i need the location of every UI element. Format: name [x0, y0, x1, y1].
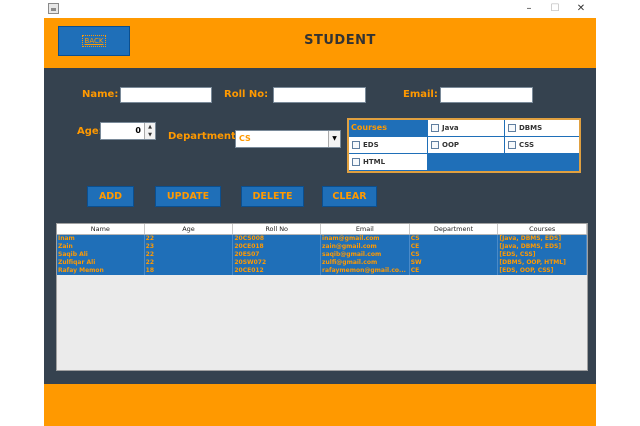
email-label: Email:	[403, 89, 438, 100]
page-title: STUDENT	[304, 33, 376, 48]
course-checkbox-css[interactable]: CSS	[505, 137, 579, 153]
course-checkbox-java[interactable]: Java	[428, 120, 504, 136]
students-table: Name Age Roll No Email Department Course…	[56, 223, 588, 371]
course-checkbox-eds[interactable]: EDS	[349, 137, 427, 153]
email-field[interactable]	[440, 87, 533, 103]
course-checkbox-dbms[interactable]: DBMS	[505, 120, 579, 136]
update-button[interactable]: UPDATE	[155, 186, 221, 207]
footer-bar	[44, 384, 596, 426]
add-button[interactable]: ADD	[87, 186, 134, 207]
course-label: OOP	[442, 141, 460, 149]
checkbox-icon	[508, 124, 516, 132]
spinner-arrows[interactable]: ▲ ▼	[144, 123, 155, 139]
checkbox-icon	[352, 158, 360, 166]
cell-rollno: 20ES07	[233, 251, 322, 259]
department-dropdown[interactable]: CS ▼	[235, 130, 341, 148]
table-row[interactable]: Rafay Memon 18 20CE012 rafaymemon@gmail.…	[57, 267, 587, 275]
delete-button[interactable]: DELETE	[241, 186, 304, 207]
courses-title: Courses	[349, 120, 427, 136]
cell-age: 18	[145, 267, 234, 275]
course-label: DBMS	[519, 124, 543, 132]
cell-rollno: 20SW072	[233, 259, 322, 267]
window-titlebar: – ☐ ✕	[44, 0, 596, 18]
cell-email: zain@gmail.com	[321, 243, 410, 251]
checkbox-icon	[352, 141, 360, 149]
column-header-rollno[interactable]: Roll No	[233, 224, 322, 234]
cell-name: Rafay Memon	[57, 267, 145, 275]
age-spinner[interactable]: 0 ▲ ▼	[100, 122, 156, 140]
cell-age: 22	[145, 235, 234, 243]
table-row[interactable]: Zulfiqar Ali 22 20SW072 zulfi@gmail.com …	[57, 259, 587, 267]
spinner-up-icon[interactable]: ▲	[145, 123, 155, 131]
table-row[interactable]: Zain 23 20CE018 zain@gmail.com CE [Java,…	[57, 243, 587, 251]
cell-rollno: 20CS008	[233, 235, 322, 243]
cell-age: 23	[145, 243, 234, 251]
cell-email: zulfi@gmail.com	[321, 259, 410, 267]
course-label: Java	[442, 124, 459, 132]
cell-courses: [Java, DBMS, EDS]	[498, 235, 587, 243]
department-label: Department:	[168, 131, 240, 142]
age-value: 0	[135, 126, 141, 135]
course-label: EDS	[363, 141, 379, 149]
course-checkbox-oop[interactable]: OOP	[428, 137, 504, 153]
cell-email: saqib@gmail.com	[321, 251, 410, 259]
name-field[interactable]	[120, 87, 212, 103]
header-bar: BACK STUDENT	[44, 18, 596, 68]
maximize-button[interactable]: ☐	[548, 2, 562, 16]
java-app-icon	[48, 3, 59, 14]
cell-age: 22	[145, 251, 234, 259]
checkbox-icon	[431, 141, 439, 149]
age-label: Age:	[77, 126, 103, 137]
course-label: CSS	[519, 141, 535, 149]
cell-department: CE	[410, 243, 499, 251]
chevron-down-icon[interactable]: ▼	[328, 131, 340, 147]
table-header: Name Age Roll No Email Department Course…	[57, 224, 587, 235]
column-header-department[interactable]: Department	[410, 224, 499, 234]
cell-name: Inam	[57, 235, 145, 243]
cell-rollno: 20CE012	[233, 267, 322, 275]
cell-name: Zulfiqar Ali	[57, 259, 145, 267]
cell-courses: [Java, DBMS, EDS]	[498, 243, 587, 251]
name-label: Name:	[82, 89, 119, 100]
column-header-courses[interactable]: Courses	[498, 224, 587, 234]
cell-age: 22	[145, 259, 234, 267]
column-header-name[interactable]: Name	[57, 224, 145, 234]
cell-courses: [EDS, OOP, CSS]	[498, 267, 587, 275]
cell-name: Saqib Ali	[57, 251, 145, 259]
cell-department: CE	[410, 267, 499, 275]
column-header-age[interactable]: Age	[145, 224, 234, 234]
cell-department: CS	[410, 251, 499, 259]
column-header-email[interactable]: Email	[321, 224, 410, 234]
cell-courses: [EDS, CSS]	[498, 251, 587, 259]
close-button[interactable]: ✕	[574, 2, 588, 16]
course-checkbox-html[interactable]: HTML	[349, 154, 427, 170]
cell-rollno: 20CE018	[233, 243, 322, 251]
cell-department: CS	[410, 235, 499, 243]
cell-email: inam@gmail.com	[321, 235, 410, 243]
cell-department: SW	[410, 259, 499, 267]
rollno-label: Roll No:	[224, 89, 269, 100]
spinner-down-icon[interactable]: ▼	[145, 131, 155, 139]
checkbox-icon	[508, 141, 516, 149]
cell-email: rafaymemon@gmail.co...	[321, 267, 410, 275]
table-row[interactable]: Saqib Ali 22 20ES07 saqib@gmail.com CS […	[57, 251, 587, 259]
course-label: HTML	[363, 158, 386, 166]
cell-courses: [DBMS, OOP, HTML]	[498, 259, 587, 267]
cell-name: Zain	[57, 243, 145, 251]
minimize-button[interactable]: –	[522, 2, 536, 16]
department-value: CS	[239, 134, 251, 143]
student-form-panel: Name: Roll No: Email: Age: 0 ▲ ▼ Departm…	[44, 68, 596, 384]
checkbox-icon	[431, 124, 439, 132]
courses-list: Courses Java DBMS EDS OOP CSS HTML	[347, 118, 581, 173]
rollno-field[interactable]	[273, 87, 366, 103]
table-row[interactable]: Inam 22 20CS008 inam@gmail.com CS [Java,…	[57, 235, 587, 243]
clear-button[interactable]: CLEAR	[322, 186, 377, 207]
